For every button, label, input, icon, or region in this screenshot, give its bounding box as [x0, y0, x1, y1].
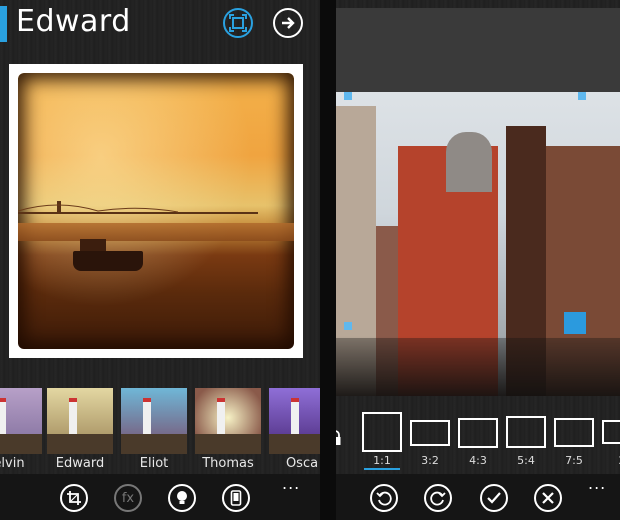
thumb-land: [0, 434, 42, 454]
ratio-option-3-2[interactable]: [410, 420, 450, 446]
filter-label: Osca: [285, 456, 319, 471]
far-shore: [18, 223, 294, 241]
close-icon: [542, 492, 554, 504]
filter-thumb-kelvin[interactable]: [0, 388, 42, 454]
crop-app-bar: ...: [336, 474, 620, 520]
filter-title: Edward: [16, 4, 131, 39]
fx-icon: fx: [121, 490, 135, 506]
lighthouse-image: [217, 398, 225, 434]
lighthouse-image: [0, 398, 6, 434]
selected-ratio-indicator: [364, 468, 400, 470]
light-button[interactable]: [168, 484, 196, 512]
phone-icon: [230, 490, 242, 506]
filter-panel: Edward elvin Edward: [0, 0, 320, 520]
device-button[interactable]: [222, 484, 250, 512]
rotate-left-icon: [376, 491, 392, 506]
ratio-label: 1:1: [373, 454, 391, 467]
more-button[interactable]: ...: [282, 474, 300, 493]
crop-handle-left[interactable]: [344, 322, 352, 330]
next-button[interactable]: [273, 8, 303, 38]
ratio-label: 5:4: [517, 454, 535, 467]
filter-thumb-edward[interactable]: [47, 388, 113, 454]
building-tower: [446, 132, 492, 192]
crop-mask-top: [336, 8, 620, 92]
rotate-right-icon: [430, 491, 446, 506]
thumb-land: [47, 434, 113, 454]
rotate-left-button[interactable]: [370, 484, 398, 512]
crop-handle-top-right[interactable]: [578, 92, 586, 100]
filter-thumb-thomas[interactable]: [195, 388, 261, 454]
ratio-option-more[interactable]: [602, 420, 620, 444]
lightbulb-icon: [177, 491, 187, 504]
thumb-land: [121, 434, 187, 454]
filter-thumb-eliot[interactable]: [121, 388, 187, 454]
crop-handle-top-left[interactable]: [344, 92, 352, 100]
lighthouse-image: [69, 398, 77, 434]
crop-handle-right[interactable]: [564, 312, 586, 334]
ratio-label: 4:3: [469, 454, 487, 467]
frame-button[interactable]: [223, 8, 253, 38]
rotate-right-button[interactable]: [424, 484, 452, 512]
filtered-photo: [18, 73, 294, 349]
frame-icon: [229, 14, 247, 32]
crop-mask-bottom: [336, 338, 620, 396]
arrow-right-icon: [282, 17, 295, 29]
filter-label: Edward: [55, 456, 105, 471]
lighthouse-image: [143, 398, 151, 434]
crop-button[interactable]: [60, 484, 88, 512]
thumb-land: [269, 434, 320, 454]
filter-thumb-oscar[interactable]: [269, 388, 320, 454]
filter-strip: elvin Edward Eliot Thomas Osca: [0, 388, 320, 477]
cancel-button[interactable]: [534, 484, 562, 512]
ratio-option-4-3[interactable]: [458, 418, 498, 448]
ratio-label: 2: [602, 454, 620, 467]
lock-icon: [336, 430, 341, 445]
filter-label: Thomas: [202, 456, 254, 471]
crop-panel: 1:1 3:2 4:3 5:4 7:5 2: [336, 0, 620, 520]
photo-frame: [9, 64, 303, 358]
panel-divider: [320, 0, 336, 520]
ratio-option-5-4[interactable]: [506, 416, 546, 448]
fx-button[interactable]: fx: [114, 484, 142, 512]
title-accent-bar: [0, 6, 7, 42]
accept-button[interactable]: [480, 484, 508, 512]
filter-app-bar: fx ...: [0, 474, 320, 520]
boat: [73, 251, 143, 271]
ratio-label: 3:2: [421, 454, 439, 467]
filter-label: Eliot: [139, 456, 169, 471]
filter-label: elvin: [0, 456, 25, 471]
ratio-label: 7:5: [565, 454, 583, 467]
check-icon: [487, 492, 501, 504]
more-button[interactable]: ...: [588, 474, 606, 493]
bridge-silhouette: [18, 201, 258, 214]
lighthouse-image: [291, 398, 299, 434]
thumb-land: [195, 434, 261, 454]
ratio-option-1-1[interactable]: [362, 412, 402, 452]
aspect-lock-button[interactable]: [336, 430, 342, 450]
crop-icon: [67, 491, 81, 505]
ratio-option-7-5[interactable]: [554, 418, 594, 447]
